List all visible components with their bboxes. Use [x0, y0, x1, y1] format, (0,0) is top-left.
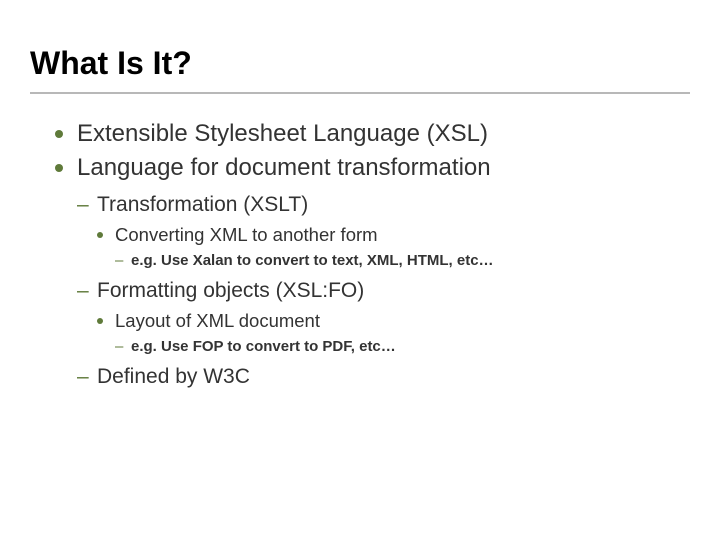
bullet-level3: Layout of XML document — [97, 309, 680, 334]
slide-content: Extensible Stylesheet Language (XSL) Lan… — [55, 118, 680, 396]
bullet-level2: Formatting objects (XSL:FO) — [77, 277, 680, 305]
bullet-level1: Language for document transformation — [55, 152, 680, 184]
bullet-level1: Extensible Stylesheet Language (XSL) — [55, 118, 680, 150]
bullet-level2: Defined by W3C — [77, 363, 680, 391]
bullet-level4: e.g. Use FOP to convert to PDF, etc… — [115, 336, 680, 357]
title-underline — [30, 92, 690, 94]
bullet-level4: e.g. Use Xalan to convert to text, XML, … — [115, 250, 680, 271]
bullet-level3: Converting XML to another form — [97, 223, 680, 248]
slide-title: What Is It? — [30, 45, 192, 82]
slide: What Is It? Extensible Stylesheet Langua… — [0, 0, 720, 540]
bullet-level2: Transformation (XSLT) — [77, 191, 680, 219]
